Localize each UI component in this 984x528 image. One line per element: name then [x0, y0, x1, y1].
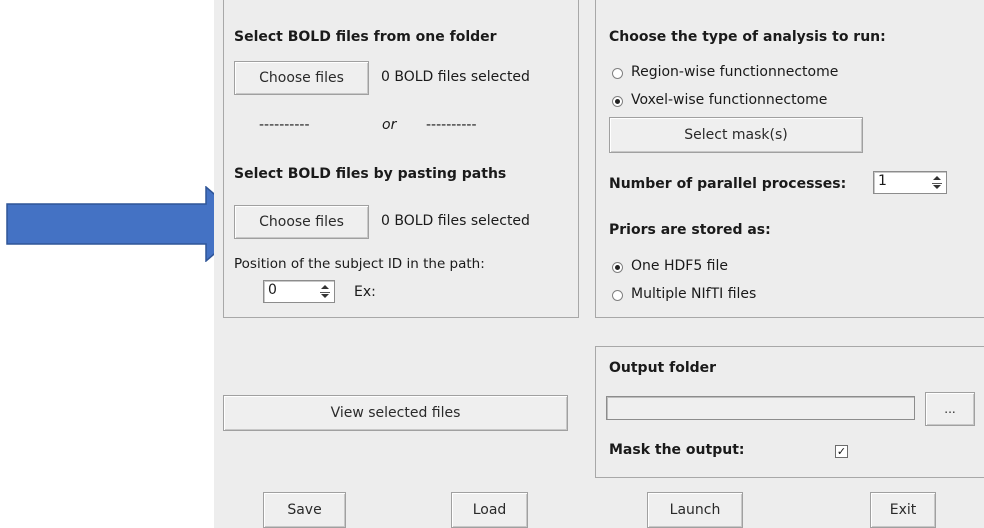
view-selected-files-button[interactable]: View selected files	[223, 395, 568, 431]
output-folder-input[interactable]	[606, 396, 915, 420]
nifti-option-label: Multiple NIfTI files	[631, 286, 757, 302]
parallel-stepper[interactable]: 1	[873, 171, 947, 194]
position-value: 0	[268, 282, 277, 298]
mask-output-checkbox[interactable]: ✓	[835, 445, 848, 458]
choose-files-paste-button[interactable]: Choose files	[234, 205, 369, 239]
divider-or: or	[382, 117, 397, 133]
browse-output-button[interactable]: ...	[925, 392, 975, 426]
launch-button[interactable]: Launch	[647, 492, 743, 528]
mask-output-label: Mask the output:	[609, 442, 745, 458]
functionnectome-window: Select BOLD files from one folder Choose…	[214, 0, 984, 528]
load-button[interactable]: Load	[451, 492, 528, 528]
save-button[interactable]: Save	[263, 492, 346, 528]
choose-files-folder-button[interactable]: Choose files	[234, 61, 369, 95]
stepper-arrows-icon[interactable]	[930, 174, 944, 191]
voxel-radio[interactable]	[612, 96, 623, 107]
folder-section-title: Select BOLD files from one folder	[234, 29, 497, 45]
region-radio[interactable]	[612, 68, 623, 79]
region-option-label: Region-wise functionnectome	[631, 64, 839, 80]
stepper-arrows-icon[interactable]	[318, 283, 332, 300]
parallel-value: 1	[878, 173, 887, 189]
example-label: Ex:	[354, 284, 376, 300]
priors-title: Priors are stored as:	[609, 222, 771, 238]
hdf5-radio[interactable]	[612, 262, 623, 273]
divider-left: ----------	[259, 117, 310, 133]
position-stepper[interactable]: 0	[263, 280, 335, 303]
paste-count-label: 0 BOLD files selected	[381, 213, 530, 229]
paste-section-title: Select BOLD files by pasting paths	[234, 166, 507, 182]
folder-count-label: 0 BOLD files selected	[381, 69, 530, 85]
divider-right: ----------	[426, 117, 477, 133]
parallel-label: Number of parallel processes:	[609, 176, 847, 192]
hdf5-option-label: One HDF5 file	[631, 258, 728, 274]
position-label: Position of the subject ID in the path:	[234, 256, 485, 272]
select-mask-button[interactable]: Select mask(s)	[609, 117, 863, 153]
nifti-radio[interactable]	[612, 290, 623, 301]
voxel-option-label: Voxel-wise functionnectome	[631, 92, 828, 108]
exit-button[interactable]: Exit	[870, 492, 936, 528]
output-folder-title: Output folder	[609, 360, 717, 376]
analysis-title: Choose the type of analysis to run:	[609, 29, 886, 45]
